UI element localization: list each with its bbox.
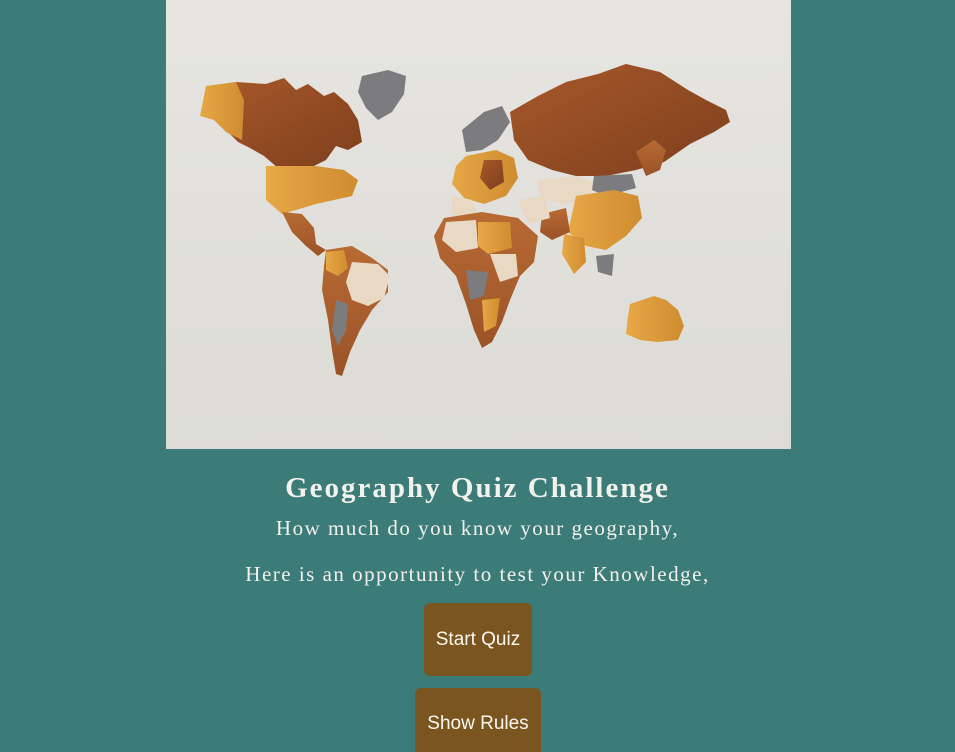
subtitle-line-2: Here is an opportunity to test your Know…	[245, 562, 710, 586]
hero-image	[166, 0, 791, 449]
europe	[452, 106, 518, 222]
africa	[434, 212, 538, 348]
page-title: Geography Quiz Challenge	[285, 472, 670, 504]
show-rules-button[interactable]: Show Rules	[415, 688, 541, 752]
asia	[510, 64, 730, 276]
start-quiz-button[interactable]: Start Quiz	[424, 603, 532, 676]
world-map-illustration	[200, 64, 730, 376]
south-america	[322, 246, 390, 376]
subtitle-line-1: How much do you know your geography,	[275, 516, 680, 540]
north-america	[200, 70, 406, 256]
australia	[626, 296, 684, 342]
